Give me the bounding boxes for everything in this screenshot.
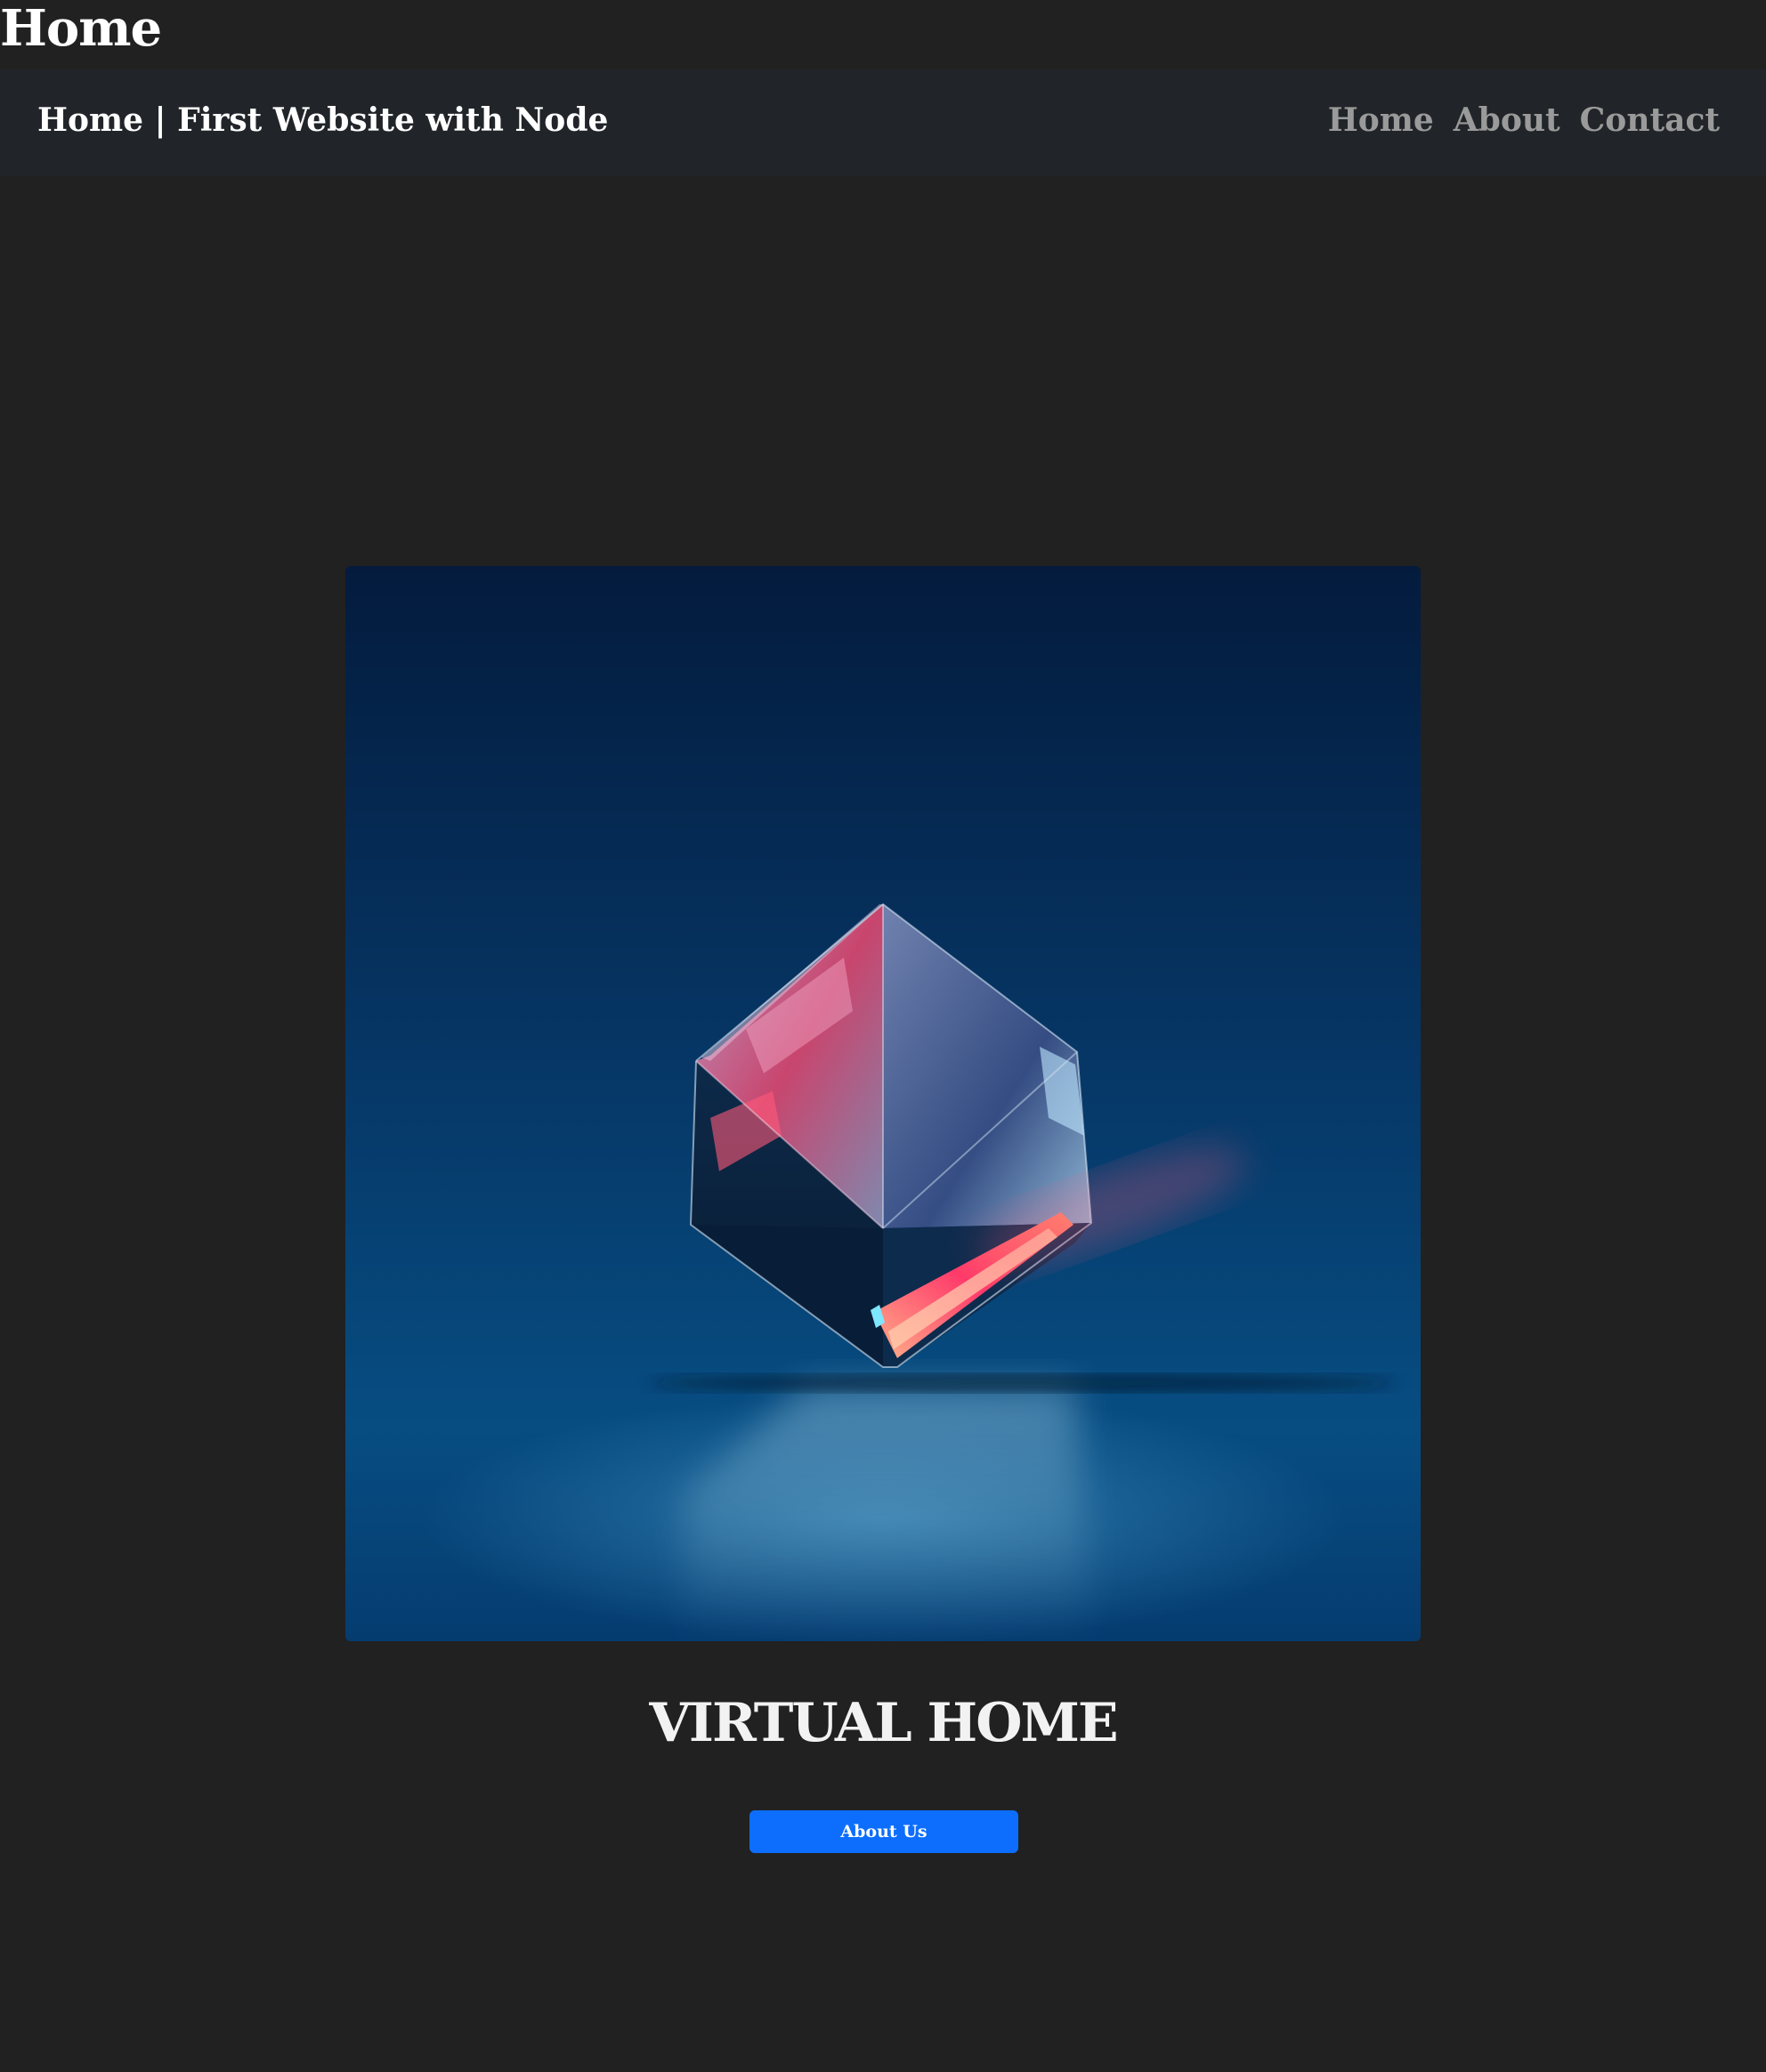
nav-links: Home About Contact bbox=[1328, 98, 1720, 142]
nav-link-contact[interactable]: Contact bbox=[1580, 98, 1720, 142]
hero-image bbox=[345, 566, 1421, 1641]
page-heading: Home bbox=[0, 0, 162, 58]
nav-link-home[interactable]: Home bbox=[1328, 98, 1434, 142]
nav-link-about[interactable]: About bbox=[1454, 98, 1560, 142]
about-us-button[interactable]: About Us bbox=[749, 1810, 1018, 1853]
hero-title: VIRTUAL HOME bbox=[649, 1692, 1118, 1754]
navbar-brand[interactable]: Home | First Website with Node bbox=[37, 98, 608, 142]
navbar: Home | First Website with Node Home Abou… bbox=[0, 69, 1766, 176]
